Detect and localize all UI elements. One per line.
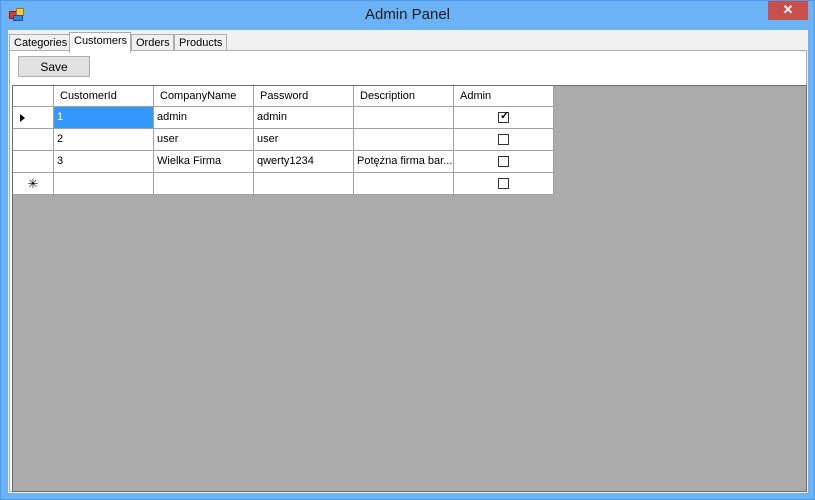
app-window: Admin Panel ✕ Categories Customers Order… — [0, 0, 815, 500]
new-row-cell[interactable] — [154, 173, 254, 195]
save-button[interactable]: Save — [18, 56, 90, 77]
tab-products[interactable]: Products — [174, 34, 227, 51]
cell-password[interactable]: user — [254, 129, 354, 151]
tab-categories[interactable]: Categories — [9, 34, 70, 51]
cell-companyname[interactable]: admin — [154, 107, 254, 129]
cell-customerid[interactable]: 3 — [54, 151, 154, 173]
cell-customerid[interactable]: 1 — [54, 107, 154, 129]
admin-checkbox[interactable] — [498, 134, 509, 145]
customers-tab-page: Save CustomerId CompanyName Password Des… — [9, 50, 807, 492]
cell-password[interactable]: admin — [254, 107, 354, 129]
new-row-asterisk-icon: ✳ — [27, 176, 39, 191]
new-row-cell[interactable] — [54, 173, 154, 195]
current-row-arrow-icon — [20, 114, 25, 122]
close-button[interactable]: ✕ — [768, 1, 808, 20]
row-header[interactable] — [13, 129, 54, 151]
cell-password[interactable]: qwerty1234 — [254, 151, 354, 173]
new-row-cell[interactable] — [454, 173, 554, 195]
cell-description[interactable]: Potężna firma bar... — [354, 151, 454, 173]
cell-description[interactable] — [354, 107, 454, 129]
row-header[interactable] — [13, 107, 54, 129]
cell-companyname[interactable]: user — [154, 129, 254, 151]
row-header[interactable] — [13, 151, 54, 173]
column-header-description[interactable]: Description — [354, 86, 454, 107]
new-row-cell[interactable] — [254, 173, 354, 195]
grid-corner-header[interactable] — [13, 86, 54, 107]
column-header-admin[interactable]: Admin — [454, 86, 554, 107]
row-header[interactable]: ✳ — [13, 173, 54, 195]
admin-checkbox[interactable]: ✓ — [498, 110, 510, 123]
window-title: Admin Panel — [364, 6, 451, 23]
cell-admin[interactable] — [454, 151, 554, 173]
cell-companyname[interactable]: Wielka Firma — [154, 151, 254, 173]
column-header-companyname[interactable]: CompanyName — [154, 86, 254, 107]
cell-customerid[interactable]: 2 — [54, 129, 154, 151]
column-header-password[interactable]: Password — [254, 86, 354, 107]
cell-description[interactable] — [354, 129, 454, 151]
checkmark-icon: ✓ — [500, 110, 510, 122]
admin-checkbox[interactable] — [498, 178, 509, 189]
tab-orders[interactable]: Orders — [131, 34, 174, 51]
client-area: Categories Customers Orders Products Sav… — [8, 30, 808, 493]
customers-grid[interactable]: CustomerId CompanyName Password Descript… — [12, 85, 807, 492]
cell-admin[interactable]: ✓ — [454, 107, 554, 129]
tab-customers[interactable]: Customers — [69, 32, 131, 53]
column-header-customerid[interactable]: CustomerId — [54, 86, 154, 107]
title-bar[interactable]: Admin Panel ✕ — [1, 1, 814, 29]
admin-checkbox[interactable] — [498, 156, 509, 167]
new-row-cell[interactable] — [354, 173, 454, 195]
cell-admin[interactable] — [454, 129, 554, 151]
